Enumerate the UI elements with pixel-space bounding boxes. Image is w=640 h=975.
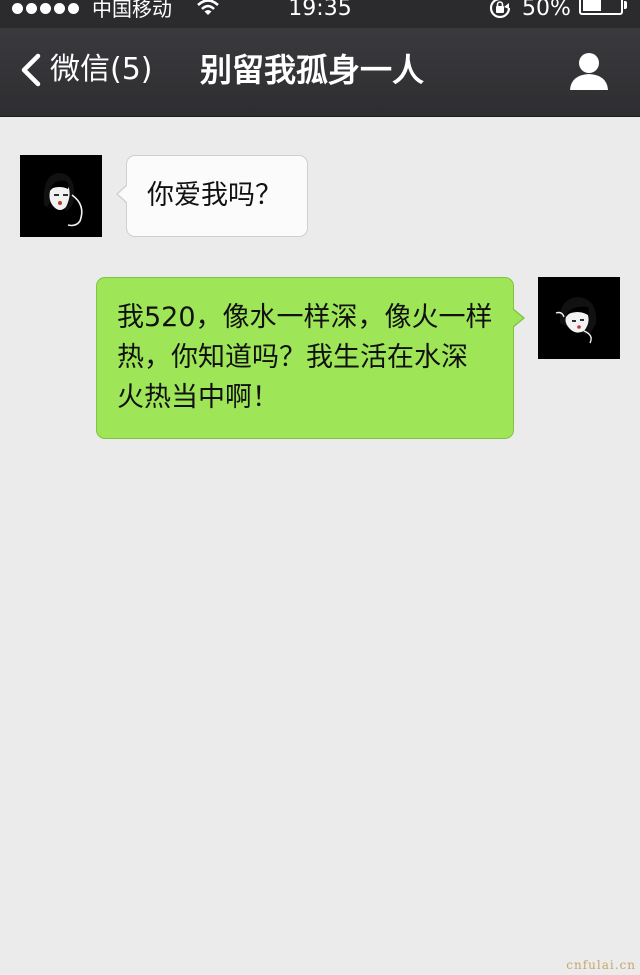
- message-text: 你爱我吗？: [147, 180, 282, 211]
- page-title: 别留我孤身一人: [200, 51, 425, 89]
- portrait-image: [20, 155, 102, 237]
- battery-percent: 50%: [522, 0, 571, 21]
- incoming-message-bubble[interactable]: 你爱我吗？: [116, 155, 308, 237]
- nav-bar: 微信(5) 别留我孤身一人: [0, 28, 640, 117]
- chevron-left-icon: [21, 53, 41, 87]
- message-text: 我520，像水一样深，像火一样热，你知道吗？我生活在水深火热当中啊！: [117, 302, 493, 413]
- outgoing-message-bubble[interactable]: 我520，像水一样深，像火一样热，你知道吗？我生活在水深火热当中啊！: [96, 277, 525, 439]
- battery-cap: [624, 1, 627, 9]
- portrait-image: [538, 277, 620, 359]
- watermark: cnfulai.cn: [566, 958, 636, 972]
- rotation-lock-icon: [489, 0, 511, 19]
- my-avatar[interactable]: [538, 277, 620, 359]
- status-bar: 中国移动 19:35 50%: [0, 0, 640, 28]
- contact-avatar[interactable]: [20, 155, 102, 237]
- contact-info-icon[interactable]: [568, 50, 610, 92]
- back-label: 微信(5): [50, 52, 153, 87]
- back-button[interactable]: 微信(5): [18, 50, 153, 90]
- battery-icon: [579, 0, 623, 15]
